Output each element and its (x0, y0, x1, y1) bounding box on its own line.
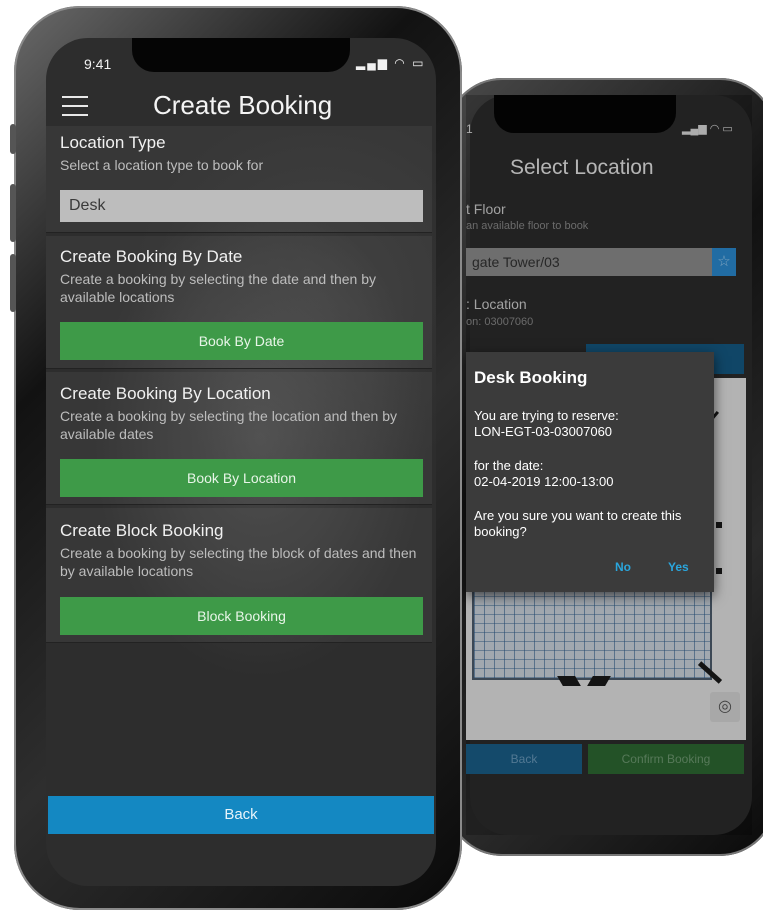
booking-by-date-title: Create Booking By Date (60, 247, 243, 266)
dialog-reserve-label: You are trying to reserve: (474, 408, 619, 423)
mute-switch (10, 124, 16, 154)
book-by-date-button[interactable]: Book By Date (60, 322, 423, 360)
menu-icon[interactable] (62, 96, 88, 116)
block-booking-button[interactable]: Block Booking (60, 597, 423, 635)
booking-by-location-title: Create Booking By Location (60, 384, 271, 403)
dialog-date-label: for the date: (474, 458, 544, 473)
booking-by-date-subtitle: Create a booking by selecting the date a… (60, 271, 376, 305)
dialog-title: Desk Booking (474, 368, 588, 387)
status-time: 9:41 (84, 56, 112, 72)
location-type-select[interactable]: Desk (60, 190, 423, 222)
location-type-title: Location Type (60, 133, 166, 152)
book-by-location-button[interactable]: Book By Location (60, 459, 423, 497)
dialog-confirm-question: Are you sure you want to create this boo… (474, 508, 682, 539)
page-title: Create Booking (153, 90, 333, 120)
dialog-yes-button[interactable]: Yes (668, 560, 689, 574)
dialog-no-button[interactable]: No (615, 560, 631, 574)
volume-up-button (10, 184, 16, 242)
status-icons: ▂▄▆ ◠ ▭ (356, 56, 426, 70)
volume-down-button (10, 254, 16, 312)
dialog-date-value: 02-04-2019 12:00-13:00 (474, 474, 614, 489)
foreground-phone-notch (132, 38, 350, 72)
dialog-location-code: LON-EGT-03-03007060 (474, 424, 613, 439)
back-button[interactable]: Back (48, 796, 434, 834)
block-booking-title: Create Block Booking (60, 521, 224, 540)
booking-by-location-subtitle: Create a booking by selecting the locati… (60, 408, 398, 442)
location-type-subtitle: Select a location type to book for (60, 157, 264, 173)
block-booking-subtitle: Create a booking by selecting the block … (60, 545, 417, 579)
